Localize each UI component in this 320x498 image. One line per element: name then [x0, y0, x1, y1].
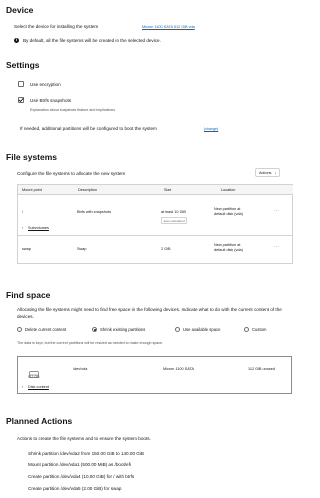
device-selector[interactable]: Micron 1100 SATA 512 GiB vda — [142, 25, 195, 29]
column-mount: Mount point — [22, 188, 42, 192]
device-info-text: By default, all the file systems will be… — [23, 38, 161, 43]
fs-size: 2 GiB — [161, 247, 171, 251]
disk-unused: 112 GiB unused — [248, 367, 275, 371]
location-line1: New partition at — [214, 207, 241, 211]
option-available-label: Use available space — [183, 327, 221, 332]
location-line1: New partition at — [214, 243, 241, 247]
btrfs-checkbox[interactable] — [18, 97, 25, 103]
check-icon — [18, 97, 25, 103]
table-row: / Btrfs with snapshots at least 10 GiB a… — [18, 195, 293, 235]
planned-action-item: Mount partition /dev/vda1 (500.00 MiB) a… — [28, 462, 131, 467]
disk-content-toggle[interactable]: Disk content — [28, 385, 49, 389]
option-available-radio[interactable] — [175, 327, 180, 332]
encryption-checkbox[interactable] — [18, 81, 24, 87]
option-shrink-radio[interactable] — [92, 327, 97, 332]
option-shrink-label: Shrink existing partitions — [100, 327, 146, 332]
file-systems-subtitle: Configure the file systems to allocate t… — [17, 171, 126, 176]
disk-icon — [29, 365, 39, 383]
partitions-note: If needed, additional partitions will be… — [20, 126, 157, 131]
planned-action-item: Create partition /dev/vda4 (10.00 GiB) f… — [28, 474, 135, 479]
column-size: Size — [164, 188, 172, 192]
table-row: swap Swap 2 GiB New partition at default… — [18, 236, 293, 264]
location-line2: default disk (vda) — [214, 212, 243, 216]
planned-action-item: Create partition /dev/vda5 (2.00 GiB) fo… — [28, 486, 122, 491]
expand-icon[interactable]: › — [22, 385, 23, 389]
encryption-label: Use encryption — [30, 81, 61, 87]
find-space-description: Allocating the file systems might need t… — [17, 307, 282, 319]
info-icon: i — [14, 38, 19, 43]
planned-action-item: Shrink partition /dev/vda2 from 150.00 G… — [28, 451, 144, 456]
find-space-title: Find space — [6, 290, 51, 300]
column-description: Description — [78, 188, 97, 192]
btrfs-label: Use Btrfs snapshots — [30, 97, 72, 103]
settings-title: Settings — [6, 60, 40, 70]
auto-calculated-badge: auto-calculated — [161, 217, 188, 225]
option-delete-radio[interactable] — [17, 327, 22, 332]
device-select-label: Select the device for installing the sys… — [14, 24, 99, 29]
file-systems-title: File systems — [6, 152, 58, 162]
subvolumes-toggle[interactable]: Subvolumes — [28, 226, 49, 230]
disk-name: /dev/vda — [73, 367, 88, 371]
arrow-down-icon: ↓ — [274, 170, 277, 175]
btrfs-help: Explanation about snapshots feature and … — [30, 108, 116, 112]
fs-description: Swap — [77, 247, 87, 251]
option-delete-label: Delete current content — [25, 327, 67, 332]
planned-actions-title: Planned Actions — [6, 416, 73, 426]
disk-card: 512 GiB /dev/vda Micron 1100 SATA 112 Gi… — [17, 356, 292, 394]
planned-actions-intro: Actions to create the file systems and t… — [17, 436, 151, 441]
row-menu-icon[interactable]: ⋯ — [274, 208, 279, 214]
fs-size: at least 10 GiB — [161, 210, 186, 214]
disk-model: Micron 1100 SATA — [163, 367, 195, 371]
fs-description: Btrfs with snapshots — [77, 210, 111, 214]
table-header — [18, 185, 293, 195]
device-title: Device — [6, 5, 34, 15]
actions-button[interactable]: Actions ↓ — [255, 168, 281, 177]
option-custom-radio[interactable] — [244, 327, 249, 332]
change-link[interactable]: (change) — [204, 127, 218, 131]
option-custom-label: Custom — [252, 327, 267, 332]
mount-point: / — [22, 210, 24, 214]
expand-icon[interactable]: › — [22, 226, 23, 230]
option-note: The data is kept, but the current partit… — [17, 341, 164, 345]
disk-size: 512 GiB — [28, 375, 40, 379]
file-systems-table: Mount point Description Size Location / … — [17, 184, 293, 264]
column-location: Location — [221, 188, 236, 192]
location-line2: default disk (vda) — [214, 248, 243, 252]
actions-button-label: Actions — [259, 170, 272, 175]
mount-point: swap — [22, 247, 31, 251]
row-menu-icon[interactable]: ⋯ — [274, 244, 279, 250]
